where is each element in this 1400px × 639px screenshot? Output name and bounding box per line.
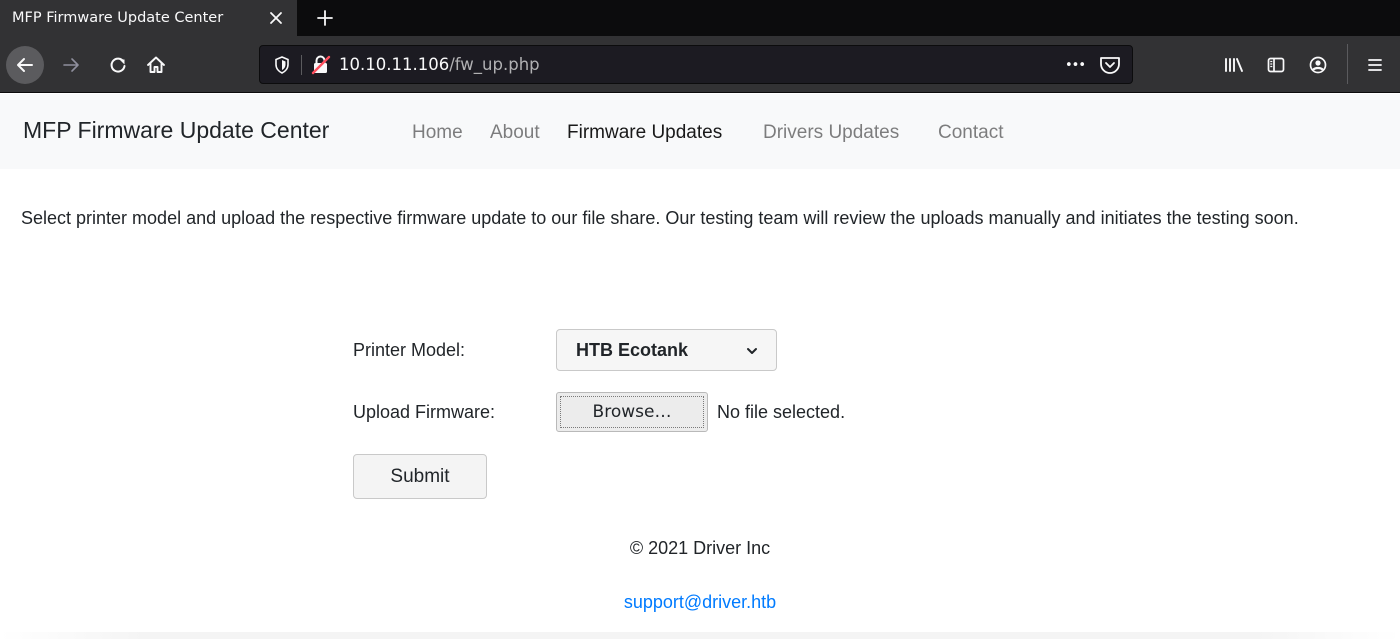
nav-link-about[interactable]: About <box>490 122 540 144</box>
url-bar[interactable]: 10.10.11.106/fw_up.php ••• <box>259 45 1133 84</box>
url-path: /fw_up.php <box>449 55 540 74</box>
home-icon <box>147 56 165 73</box>
toolbar-separator <box>1347 44 1348 84</box>
browser-tab-active[interactable]: MFP Firmware Update Center <box>0 0 297 36</box>
library-button[interactable] <box>1219 50 1249 80</box>
browse-button-label: Browse… <box>592 402 672 422</box>
support-email-container: support@driver.htb <box>0 592 1400 613</box>
printer-model-label: Printer Model: <box>353 340 466 360</box>
browser-toolbar: 10.10.11.106/fw_up.php ••• <box>0 36 1400 93</box>
footer-divider <box>0 632 1400 639</box>
hamburger-menu-icon <box>1368 59 1382 71</box>
intro-text: Select printer model and upload the resp… <box>21 208 1299 228</box>
url-host: 10.10.11.106 <box>339 55 450 74</box>
close-icon[interactable] <box>262 4 290 32</box>
url-separator <box>301 55 302 75</box>
shield-icon[interactable] <box>272 55 292 75</box>
home-button[interactable] <box>141 50 171 80</box>
url-text[interactable]: 10.10.11.106/fw_up.php <box>339 55 540 75</box>
back-button[interactable] <box>6 46 44 84</box>
nav-link-drivers-updates[interactable]: Drivers Updates <box>763 122 899 144</box>
nav-link-firmware-updates[interactable]: Firmware Updates <box>567 122 722 144</box>
more-dots-icon: ••• <box>1064 57 1086 73</box>
forward-button[interactable] <box>56 50 86 80</box>
upload-firmware-label: Upload Firmware: <box>353 402 496 422</box>
tab-title: MFP Firmware Update Center <box>12 10 224 26</box>
arrow-left-icon <box>17 58 33 72</box>
chevron-down-icon <box>743 342 761 360</box>
account-button[interactable] <box>1303 50 1333 80</box>
browser-tabstrip: MFP Firmware Update Center <box>0 0 1400 36</box>
copyright: © 2021 Driver Inc <box>629 538 771 558</box>
arrow-right-icon <box>63 58 79 72</box>
submit-button[interactable]: Submit <box>353 454 487 499</box>
printer-model-value: HTB Ecotank <box>576 340 689 360</box>
printer-model-select[interactable]: HTB Ecotank <box>556 329 777 371</box>
pocket-icon[interactable] <box>1098 54 1122 76</box>
browse-button[interactable]: Browse… <box>556 392 708 432</box>
brand[interactable]: MFP Firmware Update Center <box>23 117 329 144</box>
plus-icon[interactable] <box>311 4 339 32</box>
support-email-link[interactable]: support@driver.htb <box>624 592 776 612</box>
page-actions-button[interactable]: ••• <box>1062 55 1088 75</box>
account-icon <box>1309 56 1327 74</box>
sidebar-button[interactable] <box>1261 50 1291 80</box>
reload-button[interactable] <box>103 50 133 80</box>
menu-button[interactable] <box>1360 50 1390 80</box>
file-status: No file selected. <box>717 402 846 422</box>
insecure-lock-icon[interactable] <box>310 54 332 76</box>
reload-icon <box>110 57 126 73</box>
library-icon <box>1225 58 1243 72</box>
nav-link-home[interactable]: Home <box>412 122 463 144</box>
sidebar-icon <box>1267 57 1285 73</box>
site-navbar: MFP Firmware Update Center Home About Fi… <box>0 94 1400 169</box>
nav-link-contact[interactable]: Contact <box>938 122 1003 144</box>
